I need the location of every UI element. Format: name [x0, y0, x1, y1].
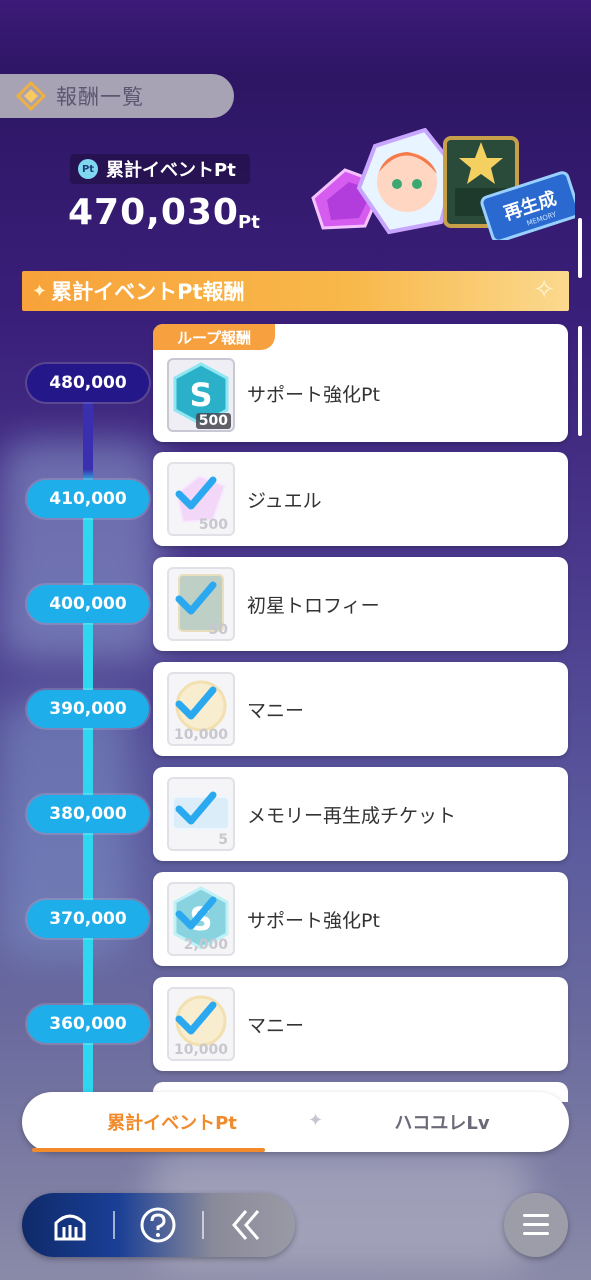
reward-quantity: 5 [218, 832, 228, 848]
reward-name: サポート強化Pt [247, 383, 380, 406]
threshold-pill: 410,000 [27, 480, 149, 518]
background-decor [0, 440, 160, 660]
threshold-pill: 390,000 [27, 690, 149, 728]
page-title: 報酬一覧 [56, 85, 144, 109]
home-button[interactable] [46, 1201, 94, 1249]
reward-quantity: 10,000 [173, 1042, 228, 1058]
tab-cumulative-event-pt[interactable]: 累計イベントPt [54, 1092, 290, 1152]
reward-name: サポート強化Pt [247, 909, 380, 932]
home-icon [54, 1214, 86, 1241]
reward-name: マニー [247, 699, 305, 722]
reward-card[interactable]: S 2,000 サポート強化Pt [153, 872, 568, 966]
reward-card[interactable]: 10,000 マニー [153, 977, 568, 1071]
tab-bar: 累計イベントPt ✦ ハコユレLv [22, 1092, 569, 1152]
bottom-nav [22, 1193, 295, 1257]
hamburger-menu-icon [523, 1214, 549, 1235]
nav-divider [113, 1211, 115, 1239]
featured-rewards-illustration: 再生成 MEMORY [311, 127, 581, 243]
threshold-pill: 370,000 [27, 900, 149, 938]
reward-card[interactable]: 5 メモリー再生成チケット [153, 767, 568, 861]
reward-name: マニー [247, 1014, 305, 1037]
reward-name: ジュエル [247, 489, 322, 512]
reward-quantity: 10,000 [173, 727, 228, 743]
reward-quantity: 500 [198, 517, 228, 533]
menu-button[interactable] [504, 1193, 568, 1257]
scrollbar-top[interactable] [578, 218, 582, 278]
reward-card[interactable]: 500 ジュエル [153, 452, 568, 546]
help-button[interactable] [134, 1201, 182, 1249]
threshold-pill: 380,000 [27, 795, 149, 833]
event-pt-unit: Pt [238, 212, 260, 233]
nav-divider [202, 1211, 204, 1239]
featured-rewards-art: 再生成 MEMORY [305, 127, 581, 243]
reward-name: 初星トロフィー [247, 594, 380, 617]
sparkle-cluster-icon: ✧ [533, 275, 555, 305]
svg-text:S: S [189, 376, 212, 414]
event-pt-label: Pt 累計イベントPt [70, 154, 250, 184]
event-pt-total: 470,030 [68, 192, 239, 233]
threshold-pill: 480,000 [27, 364, 149, 402]
reward-quantity: 50 [208, 622, 228, 638]
tab-hakoyure-lv[interactable]: ハコユレLv [322, 1092, 562, 1152]
loop-reward-tag: ループ報酬 [153, 324, 275, 350]
threshold-pill: 400,000 [27, 585, 149, 623]
tab-separator-icon: ✦ [308, 1110, 324, 1131]
scrollbar-list[interactable] [578, 326, 582, 436]
sparkle-icon: ✦ [32, 280, 48, 302]
sparkle-diamond-icon [15, 80, 47, 112]
support-pt-icon: S 500 [167, 358, 235, 432]
reward-name: メモリー再生成チケット [247, 804, 457, 827]
reward-quantity: 2,000 [183, 937, 228, 953]
section-title: 累計イベントPt報酬 [51, 280, 245, 304]
active-tab-indicator [32, 1148, 265, 1152]
double-chevron-left-icon [232, 1210, 260, 1240]
reward-card[interactable]: 50 初星トロフィー [153, 557, 568, 651]
threshold-pill: 360,000 [27, 1005, 149, 1043]
help-icon [140, 1207, 176, 1243]
event-pt-label-text: 累計イベントPt [106, 160, 236, 181]
page-title-chip: 報酬一覧 [0, 74, 234, 118]
section-banner: ✦ 累計イベントPt報酬 ✧ [22, 271, 569, 311]
reward-card[interactable]: 10,000 マニー [153, 662, 568, 756]
reward-quantity: 500 [195, 413, 231, 429]
pt-badge-icon: Pt [78, 159, 98, 179]
back-button[interactable] [222, 1201, 270, 1249]
